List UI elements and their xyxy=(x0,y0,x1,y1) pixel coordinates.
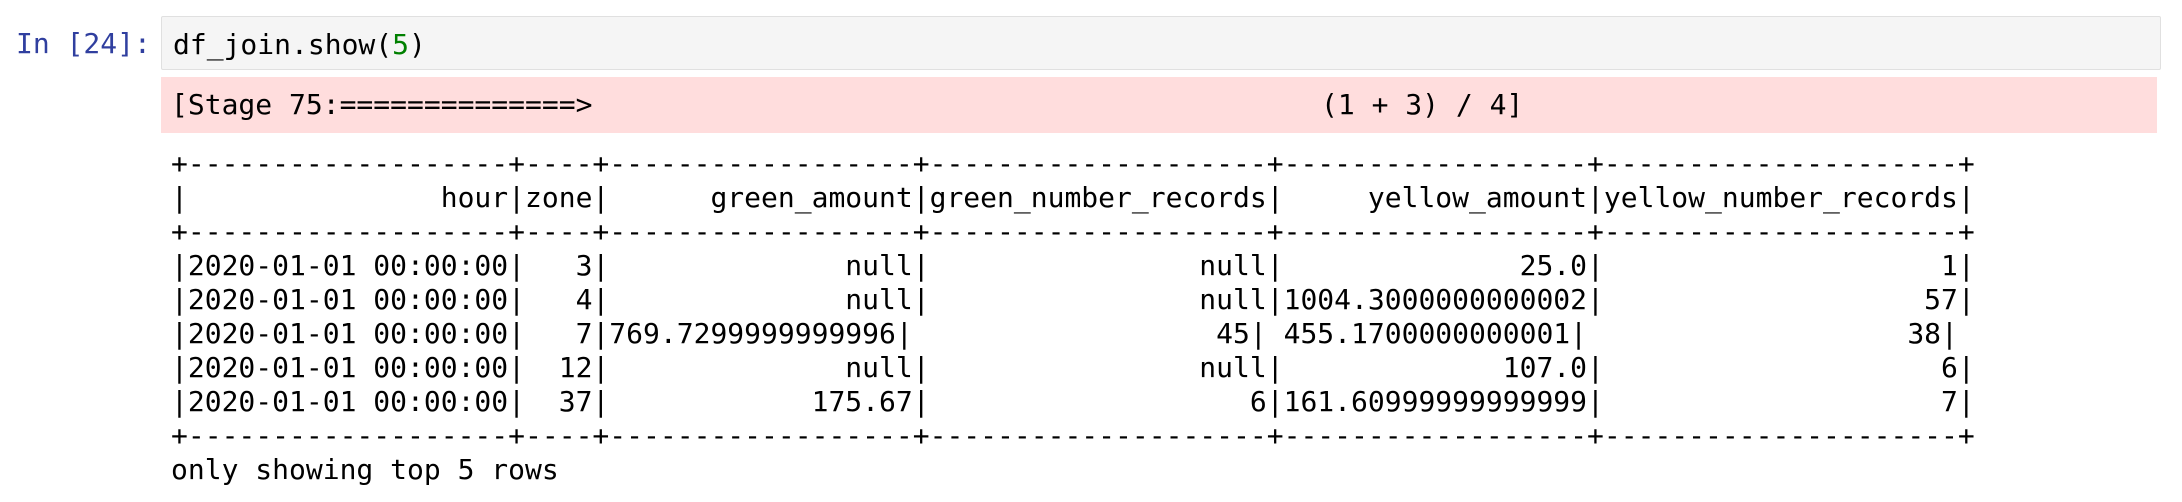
code-input-cell[interactable]: df_join.show(5) xyxy=(161,16,2161,70)
stage-progress-output: [Stage 75:==============> (1 + 3) / 4] xyxy=(161,77,2157,133)
table-row: |2020-01-01 00:00:00| 37| 175.67| 6|161.… xyxy=(171,385,1975,418)
code-close-paren: ) xyxy=(409,28,426,61)
code-text: df_join.show(5) xyxy=(173,28,426,62)
table-border-header: +-------------------+----+--------------… xyxy=(171,215,1975,248)
table-header-row: | hour|zone| green_amount|green_number_r… xyxy=(171,181,1975,214)
cell-prompt: In [24]: xyxy=(16,27,151,60)
stage-progress-bar: [Stage 75:==============> xyxy=(171,88,593,121)
show-output: +-------------------+----+--------------… xyxy=(171,147,1975,487)
table-row: |2020-01-01 00:00:00| 3| null| null| 25.… xyxy=(171,249,1975,282)
stage-task-count: (1 + 3) / 4] xyxy=(1321,88,1524,121)
table-row: |2020-01-01 00:00:00| 4| null| null|1004… xyxy=(171,283,1975,316)
table-row: |2020-01-01 00:00:00| 12| null| null| 10… xyxy=(171,351,1975,384)
rows-shown-note: only showing top 5 rows xyxy=(171,453,559,486)
table-border-bottom: +-------------------+----+--------------… xyxy=(171,419,1975,452)
table-row: |2020-01-01 00:00:00| 7|769.729999999999… xyxy=(171,317,1958,350)
code-call: df_join.show( xyxy=(173,28,393,61)
table-border-top: +-------------------+----+--------------… xyxy=(171,147,1975,180)
code-argument: 5 xyxy=(392,28,410,61)
